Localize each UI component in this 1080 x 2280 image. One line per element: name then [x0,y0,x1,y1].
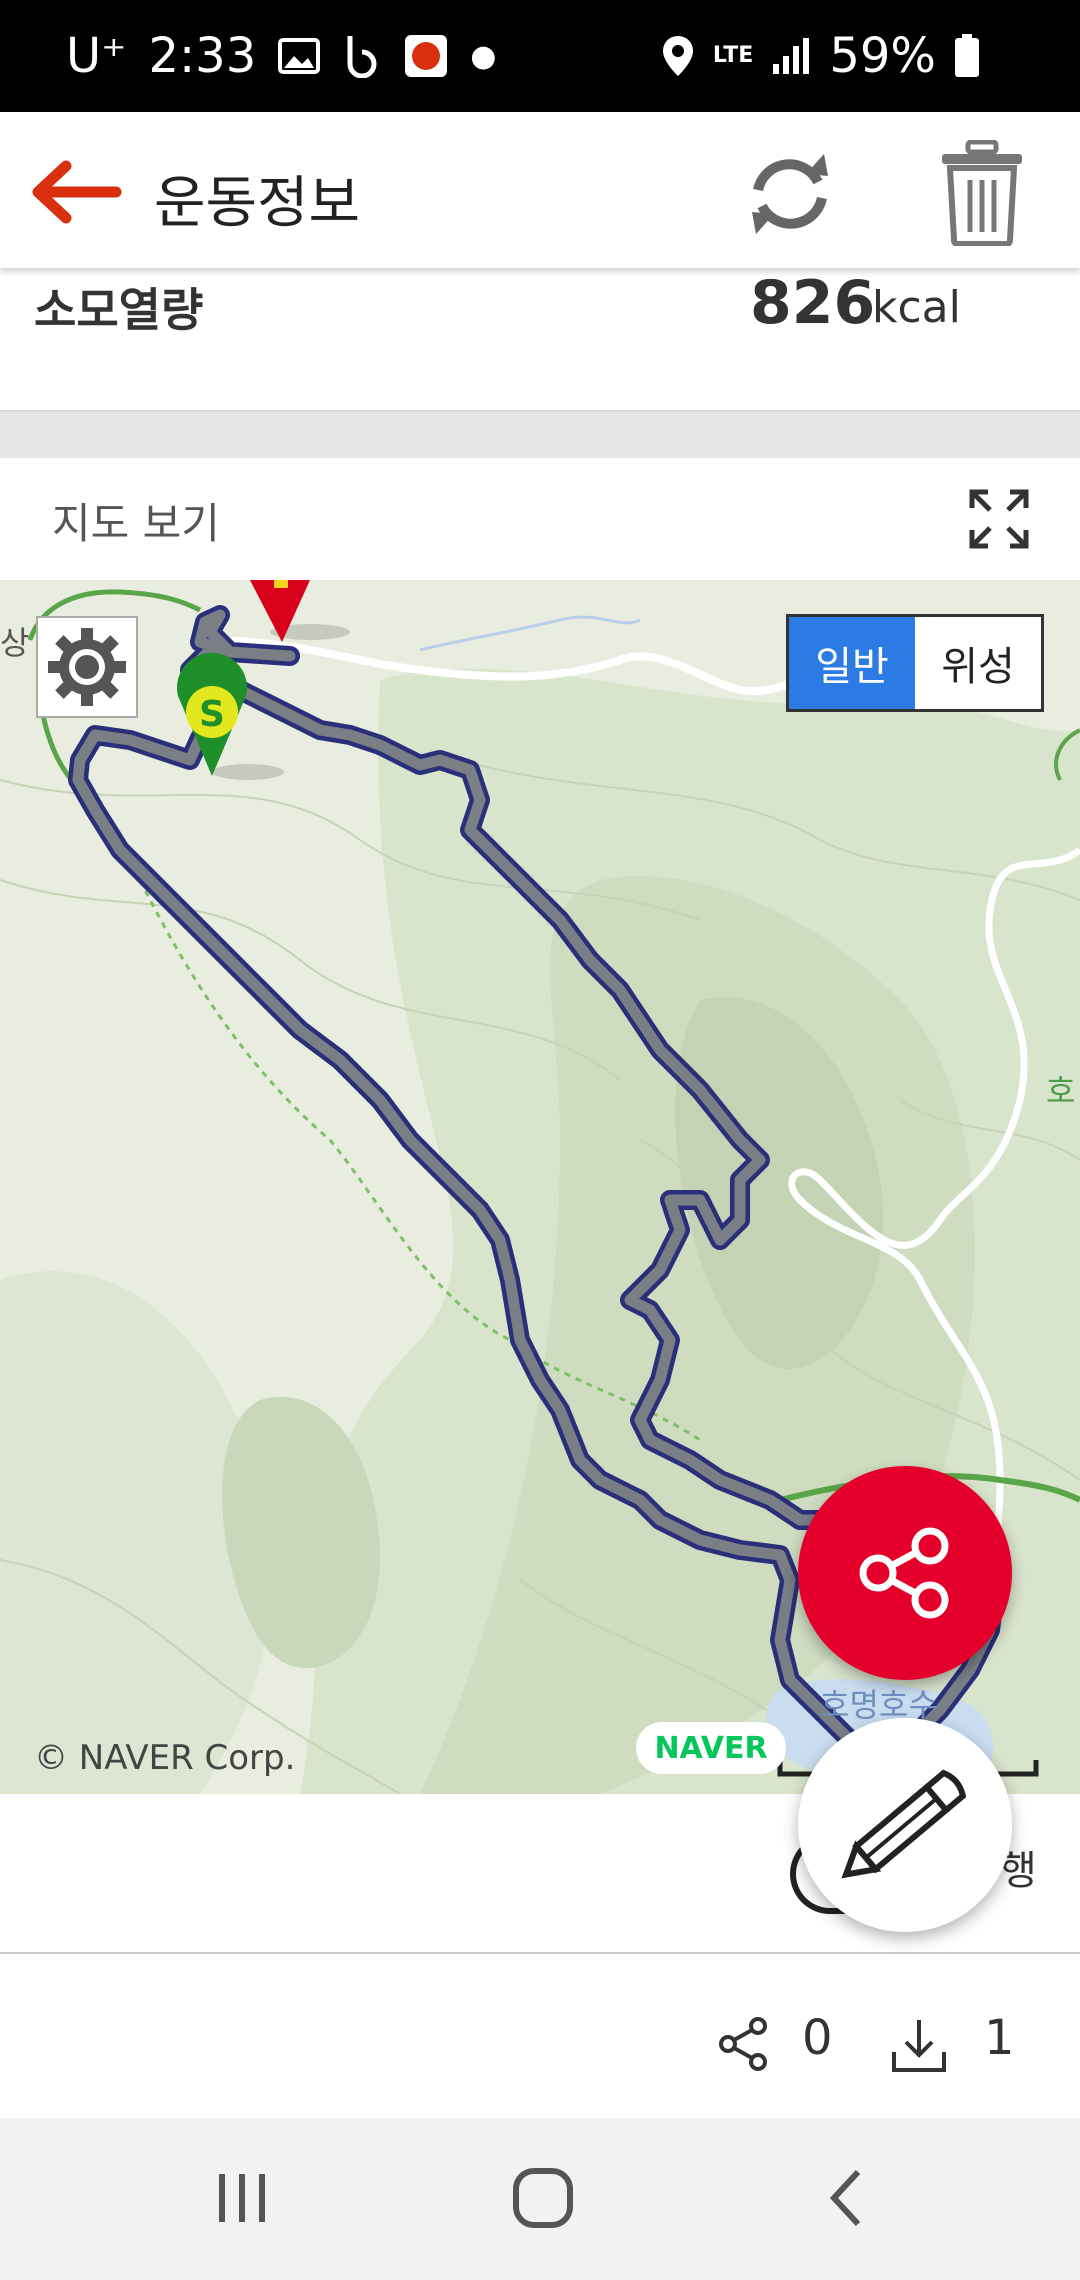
section-divider [0,412,1080,458]
back-arrow-icon[interactable] [26,156,122,228]
naver-logo: NAVER [636,1722,786,1774]
map-view-label: 지도 보기 [52,499,220,548]
page-title: 운동정보 [154,171,361,236]
calories-label: 소모열량 [34,283,204,337]
share-download-stats: 0 1 [0,1960,1080,2118]
location-icon [662,36,693,76]
battery-percent: 59% [829,28,936,84]
map-type-normal[interactable]: 일반 [789,617,915,709]
b-app-icon [347,36,377,78]
back-icon[interactable] [806,2158,886,2238]
status-bar-left: U⁺ 2:33 ● [66,28,496,84]
map-type-toggle: 일반 위성 [786,614,1044,712]
notification-dot-icon: ● [470,38,497,74]
system-nav-bar [0,2118,1080,2280]
card-divider [0,1952,1080,1960]
signal-icon [773,38,810,74]
share-icon[interactable] [716,2016,772,2072]
recent-apps-icon[interactable] [202,2158,282,2238]
map-place-label: 호 [1046,1072,1076,1110]
edit-fab-button[interactable] [798,1718,1012,1932]
refresh-icon[interactable] [740,152,840,236]
clock: 2:33 [148,28,257,84]
carrier-label: U⁺ [66,28,127,84]
status-bar-right: LTE 59% [661,28,980,84]
download-icon[interactable] [890,2016,948,2074]
home-icon[interactable] [503,2158,583,2238]
app-bar: 운동정보 [0,112,1080,268]
calories-unit: kcal [872,282,961,333]
share-icon [859,1527,949,1619]
gear-icon [48,628,126,706]
expand-icon[interactable] [968,488,1030,550]
status-bar: U⁺ 2:33 ● LTE 59% [0,0,1080,112]
trash-icon[interactable] [940,140,1024,246]
pencil-icon [841,1769,967,1879]
map-settings-button[interactable] [36,616,138,718]
download-count: 1 [984,2010,1015,2066]
gallery-icon [278,38,321,74]
calories-value: 826 [750,268,876,338]
calories-row: 소모열량 826 kcal [0,268,1080,412]
battery-icon [955,34,979,77]
share-count: 0 [802,2010,833,2066]
running-app-icon [405,35,448,77]
network-type-label: LTE [712,43,754,68]
map-section-header: 지도 보기 [0,458,1080,580]
map-place-label: 상 [0,624,30,662]
start-marker-letter: S [199,694,225,735]
share-fab-button[interactable] [798,1466,1012,1680]
map-type-satellite[interactable]: 위성 [915,617,1041,709]
map-copyright: © NAVER Corp. [34,1738,296,1778]
